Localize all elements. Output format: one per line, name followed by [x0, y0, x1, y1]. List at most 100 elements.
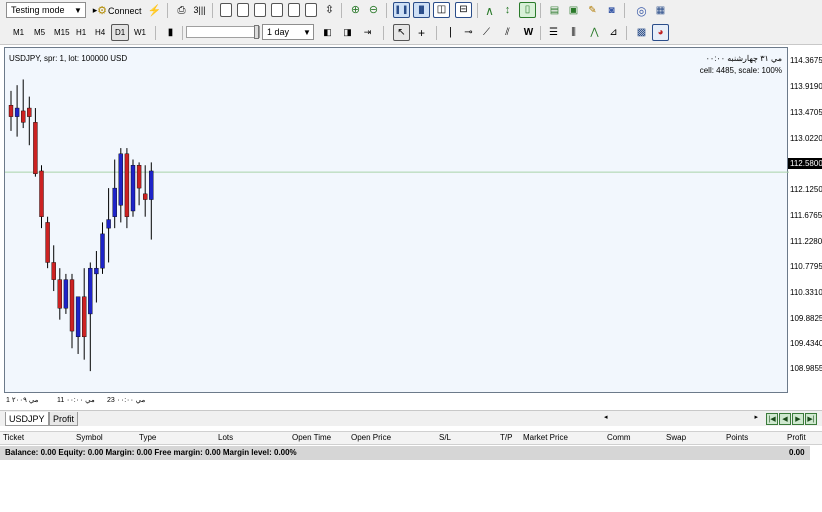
pause-icon[interactable]: ▮: [163, 25, 178, 40]
scroll-right-icon[interactable]: ▸: [754, 413, 758, 421]
candle-body: [51, 262, 56, 280]
crosshair-icon[interactable]: +: [414, 25, 429, 40]
tf-button-m15[interactable]: M15: [51, 24, 73, 41]
tf-button-w1[interactable]: W1: [131, 24, 149, 41]
bar-chart-icon[interactable]: ↕: [500, 3, 515, 18]
equidistant-icon[interactable]: ☰: [546, 25, 561, 40]
horizontal-scrollbar[interactable]: ◂ ▸: [602, 413, 760, 424]
speed-slider[interactable]: [186, 25, 260, 39]
scroll-left-icon[interactable]: ◂: [604, 413, 608, 421]
period-select[interactable]: 1 day ▼: [262, 24, 314, 40]
col-points[interactable]: Points: [726, 433, 748, 442]
candle-body: [100, 233, 105, 269]
balance-profit: 0.00: [789, 448, 805, 457]
col-ticket[interactable]: Ticket: [3, 433, 24, 442]
candle: [33, 108, 38, 177]
window-split-icon[interactable]: ◫: [433, 2, 450, 18]
text-label-icon[interactable]: W: [521, 25, 536, 40]
tab-profit[interactable]: Profit: [49, 412, 79, 426]
bars-icon[interactable]: 3|||: [192, 3, 207, 18]
toolbar-separator: [182, 26, 183, 40]
options-icon[interactable]: ◎: [634, 3, 649, 18]
col-lots[interactable]: Lots: [218, 433, 233, 442]
tile-horizontal-icon[interactable]: ▐▌: [413, 2, 430, 18]
tf-button-h4[interactable]: H4: [92, 24, 108, 41]
chart-tab-bar: USDJPY Profit ◂ ▸ |◀ ◀ ▶ ▶|: [0, 410, 822, 426]
toolbar-separator: [167, 3, 168, 18]
step-end-icon[interactable]: ⇥: [360, 25, 375, 40]
tab-usdjpy[interactable]: USDJPY: [5, 412, 49, 426]
horizontal-line-icon[interactable]: ⊸: [461, 25, 476, 40]
col-comm[interactable]: Comm: [607, 433, 631, 442]
candle: [63, 273, 69, 314]
price-chart[interactable]: [4, 47, 789, 393]
connect-button[interactable]: Connect: [108, 4, 142, 18]
col-open-time[interactable]: Open Time: [292, 433, 331, 442]
gann-icon[interactable]: ⊿: [606, 25, 621, 40]
candle: [81, 268, 87, 360]
toolbar-separator: [540, 26, 541, 40]
fibonacci-icon[interactable]: ⫼: [566, 25, 581, 40]
first-tab-icon[interactable]: |◀: [766, 413, 778, 425]
lightning-icon[interactable]: ⚡: [147, 3, 162, 18]
line-chart-icon[interactable]: ∧: [482, 3, 497, 18]
candlestick-icon[interactable]: ▯: [519, 2, 536, 18]
zoom-in-icon[interactable]: ⊕: [348, 3, 363, 18]
copy-doc-icon[interactable]: [271, 3, 283, 17]
col-sl[interactable]: S/L: [439, 433, 451, 442]
step-forward-icon[interactable]: ◨: [340, 25, 355, 40]
script-icon[interactable]: ◙: [604, 3, 619, 18]
save-doc-icon[interactable]: [254, 3, 266, 17]
tile-vertical-icon[interactable]: ▌▐: [393, 2, 410, 18]
cursor-icon[interactable]: ↖: [393, 24, 410, 41]
toolbar-separator: [540, 3, 541, 18]
price-axis-label: 113.4705: [790, 108, 822, 117]
candle-body: [69, 279, 75, 332]
col-open-price[interactable]: Open Price: [351, 433, 391, 442]
candle-body: [124, 153, 130, 217]
tf-button-h1[interactable]: H1: [73, 24, 89, 41]
templates-icon[interactable]: ▣: [566, 3, 581, 18]
col-swap[interactable]: Swap: [666, 433, 686, 442]
toolbar-separator: [477, 3, 478, 18]
paste-doc-icon[interactable]: [288, 3, 300, 17]
objects-icon[interactable]: ▩: [634, 25, 649, 40]
prev-tab-icon[interactable]: ◀: [779, 413, 791, 425]
vertical-line-icon[interactable]: |: [443, 25, 458, 40]
print-icon[interactable]: ⎙: [174, 3, 189, 18]
price-axis-label: 109.8825: [790, 314, 822, 323]
tf-button-m5[interactable]: M5: [31, 24, 48, 41]
step-back-icon[interactable]: ◧: [320, 25, 335, 40]
candle: [51, 245, 56, 292]
slider-thumb[interactable]: [254, 25, 259, 39]
next-tab-icon[interactable]: ▶: [792, 413, 804, 425]
open-doc-icon[interactable]: [237, 3, 249, 17]
properties-doc-icon[interactable]: [305, 3, 317, 17]
zoom-out-icon[interactable]: ⊖: [366, 3, 381, 18]
channel-icon[interactable]: ⫽: [500, 25, 515, 40]
last-tab-icon[interactable]: ▶|: [805, 413, 817, 425]
brush-icon[interactable]: ✎: [585, 3, 600, 18]
tf-button-d1[interactable]: D1: [111, 24, 130, 41]
window-tile-icon[interactable]: ⊟: [455, 2, 472, 18]
col-profit[interactable]: Profit: [787, 433, 806, 442]
price-axis-label: 109.4340: [790, 339, 822, 348]
align-icon[interactable]: ⇳: [322, 3, 337, 18]
col-type[interactable]: Type: [139, 433, 156, 442]
data-window-icon[interactable]: ▦: [653, 3, 668, 18]
candle: [69, 273, 75, 349]
candle-body: [21, 110, 26, 123]
add-indicator-icon[interactable]: ▤: [547, 3, 562, 18]
col-symbol[interactable]: Symbol: [76, 433, 103, 442]
tf-button-m1[interactable]: M1: [10, 24, 27, 41]
col-market-price[interactable]: Market Price: [523, 433, 568, 442]
candle: [39, 165, 44, 229]
col-tp[interactable]: T/P: [500, 433, 512, 442]
fan-icon[interactable]: ⋀: [587, 25, 602, 40]
mode-select[interactable]: Testing mode ▼: [6, 2, 86, 18]
date-axis-label: مي ٢٠٠٩ 1: [6, 397, 39, 404]
trend-line-icon[interactable]: ⟋: [479, 25, 494, 40]
arrow-object-icon[interactable]: ◕: [652, 24, 669, 41]
timeframe-toolbar: M1 M5 M15 H1 H4 D1 W1 ▮ 1 day ▼ ◧ ◨ ⇥ ↖ …: [0, 21, 822, 45]
new-doc-icon[interactable]: [220, 3, 232, 17]
